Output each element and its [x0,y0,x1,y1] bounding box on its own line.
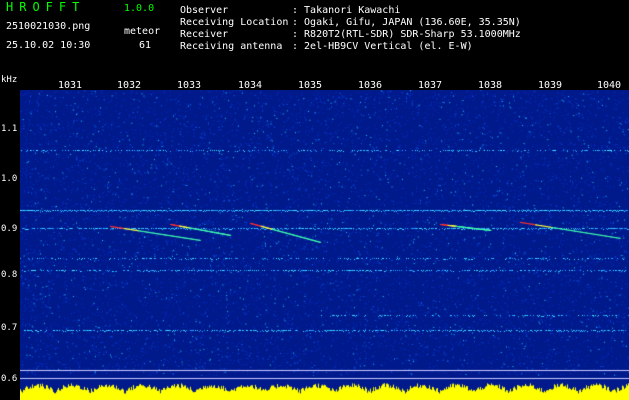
freq-tick: 1.1 [1,124,18,134]
header-panel: HROFFT 1.0.0 2510021030.png meteor 25.10… [0,0,629,78]
receiver-key: Receiver [180,29,229,40]
antenna-value: : 2el-HB9CV Vertical (el. E-W) [292,41,473,52]
freq-tick: 0.7 [1,323,18,333]
location-key: Receiving Location [180,17,289,28]
observer-key: Observer [180,5,229,16]
file-name: 2510021030.png [6,21,91,32]
freq-tick: 0.6 [1,374,18,384]
meteor-count: 61 [139,40,152,51]
freq-tick: 0.9 [1,224,18,234]
spectrogram [20,90,629,400]
observer-value: : Takanori Kawachi [292,5,401,16]
spectrogram-canvas [20,90,629,400]
mode-label: meteor [124,26,161,37]
freq-tick: 0.8 [1,270,18,280]
app-title: HROFFT [6,0,86,14]
freq-tick: 1.0 [1,174,18,184]
app-version: 1.0.0 [124,3,155,14]
receiver-value: : R820T2(RTL-SDR) SDR-Sharp 53.1000MHz [292,29,521,40]
antenna-key: Receiving antenna [180,41,283,52]
frequency-axis: 1.1 1.0 0.9 0.8 0.7 0.6 [0,90,20,400]
location-value: : Ogaki, Gifu, JAPAN (136.60E, 35.35N) [292,17,521,28]
datetime: 25.10.02 10:30 [6,40,91,51]
